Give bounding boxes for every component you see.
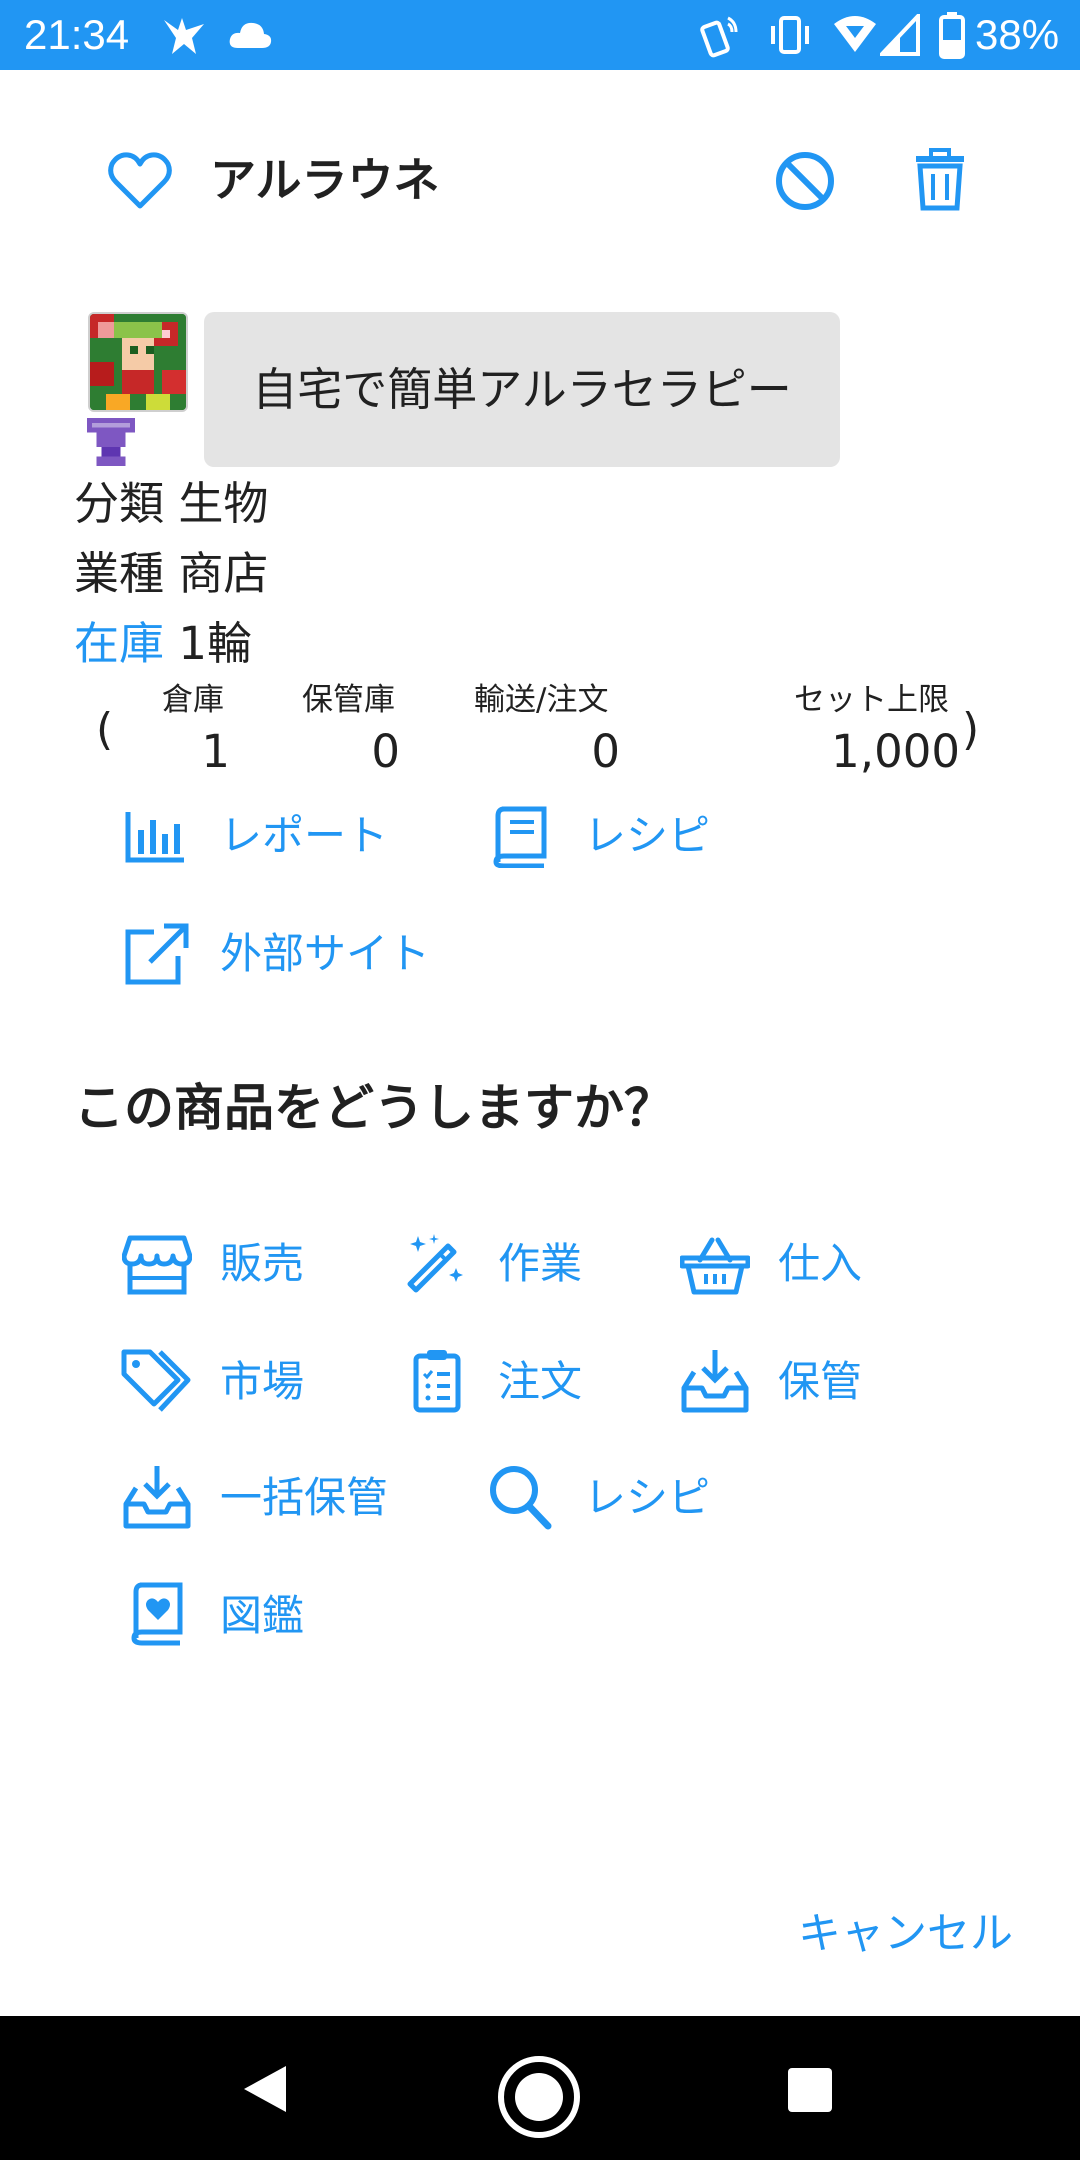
- action-question: この商品をどうしますか？: [74, 1079, 674, 1137]
- product-title: アルラウネ: [210, 153, 440, 207]
- store-icon: [122, 1235, 192, 1295]
- action-encyclopedia-label: 図鑑: [220, 1591, 305, 1640]
- tags-icon: [121, 1349, 191, 1412]
- category-label: 分類: [74, 477, 165, 530]
- pixel-art-monster: [90, 314, 186, 410]
- stock-header-set-limit: セット上限: [794, 682, 949, 718]
- status-time: 21:34: [24, 11, 130, 58]
- action-store-label: 保管: [778, 1357, 863, 1406]
- status-bar: 21:34 38%: [0, 0, 1080, 70]
- stock-value: 1輪: [178, 617, 252, 670]
- action-encyclopedia[interactable]: 図鑑: [130, 1582, 350, 1650]
- action-market[interactable]: 市場: [120, 1348, 340, 1416]
- product-image: [88, 312, 188, 412]
- bird-icon: [164, 18, 204, 54]
- action-work[interactable]: 作業: [404, 1232, 624, 1298]
- action-recipe-search-label: レシピ: [584, 1473, 711, 1522]
- action-sell[interactable]: 販売: [122, 1232, 342, 1298]
- stock-open-paren: (: [96, 704, 114, 755]
- signal-icon: [880, 14, 920, 56]
- inbox-download-icon: [123, 1466, 191, 1529]
- navigation-bar: [0, 2016, 1080, 2160]
- stock-row: 在庫 1輪: [74, 612, 252, 676]
- industry-label: 業種: [74, 547, 165, 600]
- favorite-heart-icon[interactable]: [108, 152, 172, 210]
- report-label: レポート: [220, 811, 389, 860]
- book-icon: [493, 806, 547, 868]
- stock-value-warehouse: 1: [201, 725, 230, 778]
- catchphrase-box: 自宅で簡単アルラセラピー: [204, 312, 840, 467]
- stock-value-set-limit: 1,000: [831, 725, 960, 778]
- recipe-link[interactable]: レシピ: [492, 806, 752, 870]
- recipe-label: レシピ: [584, 811, 711, 860]
- industry-row: 業種 商店: [74, 542, 268, 606]
- external-site-link[interactable]: 外部サイト: [124, 922, 444, 988]
- category-value: 生物: [178, 477, 269, 530]
- external-site-label: 外部サイト: [220, 929, 431, 978]
- back-icon[interactable]: [242, 2064, 288, 2114]
- cancel-button[interactable]: キャンセル: [798, 1904, 1013, 1964]
- external-link-icon: [125, 923, 189, 985]
- battery-icon: [939, 12, 965, 59]
- recents-icon[interactable]: [786, 2066, 834, 2114]
- action-bulk-store[interactable]: 一括保管: [122, 1464, 402, 1532]
- stock-close-paren: ): [962, 704, 980, 755]
- action-work-label: 作業: [498, 1239, 583, 1288]
- report-link[interactable]: レポート: [124, 806, 404, 870]
- action-order[interactable]: 注文: [412, 1346, 632, 1416]
- action-store[interactable]: 保管: [680, 1348, 900, 1416]
- stock-value-storage: 0: [371, 725, 400, 778]
- nfc-phone-icon: [700, 16, 738, 58]
- battery-percent: 38%: [975, 11, 1060, 58]
- action-bulk-store-label: 一括保管: [220, 1473, 389, 1522]
- action-recipe-search[interactable]: レシピ: [488, 1464, 748, 1532]
- action-purchase-label: 仕入: [778, 1239, 863, 1288]
- action-order-label: 注文: [498, 1357, 583, 1406]
- stock-header-warehouse: 倉庫: [162, 682, 224, 718]
- vibrate-icon: [771, 16, 809, 54]
- action-market-label: 市場: [220, 1357, 305, 1406]
- trash-icon[interactable]: [912, 148, 968, 212]
- clipboard-list-icon: [413, 1350, 461, 1413]
- stock-link[interactable]: 在庫: [74, 617, 164, 670]
- search-icon: [490, 1466, 552, 1530]
- home-icon[interactable]: [496, 2054, 582, 2140]
- bar-chart-icon: [125, 812, 184, 863]
- inbox-download-icon: [681, 1350, 749, 1413]
- stock-value-transport: 0: [591, 725, 620, 778]
- magic-wand-icon: [407, 1234, 463, 1293]
- block-icon[interactable]: [774, 150, 836, 212]
- category-row: 分類 生物: [74, 472, 268, 536]
- action-sell-label: 販売: [220, 1239, 305, 1288]
- heart-book-icon: [131, 1582, 183, 1646]
- wifi-icon: [834, 16, 876, 52]
- stock-header-transport: 輸送/注文: [474, 682, 609, 718]
- rank-badge-icon: [87, 418, 135, 466]
- stock-header-storage: 保管庫: [302, 682, 395, 718]
- action-purchase[interactable]: 仕入: [680, 1232, 900, 1298]
- industry-value: 商店: [178, 547, 269, 600]
- cloud-icon: [229, 22, 272, 48]
- basket-icon: [680, 1237, 750, 1295]
